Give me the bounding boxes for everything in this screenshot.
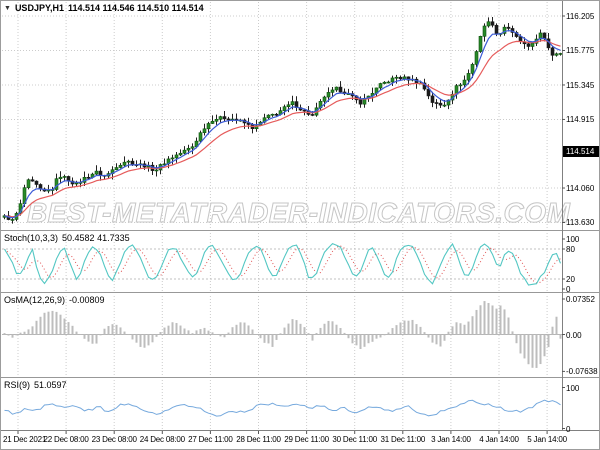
time-tick-label: 21 Dec 2021 bbox=[3, 435, 47, 444]
rsi-indicator-name: RSI(9) bbox=[4, 380, 31, 390]
price-tick-label: 115.775 bbox=[566, 46, 595, 56]
rsi-tick-label: 100 bbox=[566, 383, 580, 393]
osma-panel-title: OsMA(12,26,9) -0.00809 bbox=[4, 295, 105, 305]
price-tick-label: 114.915 bbox=[566, 115, 595, 125]
rsi-line bbox=[4, 399, 561, 417]
time-tick-label: 23 Dec 08:00 bbox=[91, 435, 137, 444]
symbol-title-label: USDJPY,H1 bbox=[14, 3, 64, 13]
time-tick-label: 29 Dec 11:00 bbox=[284, 435, 329, 444]
stoch-panel-title: Stoch(10,3,3) 50.4582 41.7335 bbox=[4, 233, 130, 243]
time-tick-label: 4 Jan 14:00 bbox=[479, 435, 519, 444]
time-tick-label: 3 Jan 14:00 bbox=[431, 435, 471, 444]
symbol-title: ▼ USDJPY,H1 114.514 114.546 114.510 114.… bbox=[4, 3, 204, 13]
stoch-indicator-values: 50.4582 41.7335 bbox=[62, 233, 130, 243]
time-tick-label: 27 Dec 11:00 bbox=[188, 435, 233, 444]
price-tick-label: 113.630 bbox=[566, 218, 595, 228]
stoch-tick-label: 80 bbox=[566, 245, 575, 254]
osma-histogram bbox=[2, 301, 562, 368]
panel-frame bbox=[1, 1, 599, 434]
time-tick-label: 31 Dec 11:00 bbox=[380, 435, 426, 444]
osma-tick-label: -0.07638 bbox=[566, 367, 598, 377]
time-tick-label: 28 Dec 11:00 bbox=[236, 435, 281, 444]
price-tick-label: 114.060 bbox=[566, 184, 595, 194]
symbol-ohlc-values: 114.514 114.546 114.510 114.514 bbox=[67, 3, 204, 13]
price-tick-label: 115.345 bbox=[566, 80, 595, 90]
stochastic-panel-series bbox=[2, 242, 562, 286]
time-tick-label: 5 Jan 14:00 bbox=[527, 435, 567, 444]
stoch-tick-label: 0 bbox=[566, 285, 571, 294]
current-price-badge: 114.514 bbox=[563, 146, 599, 158]
price-tick-label: 116.205 bbox=[566, 12, 595, 21]
time-tick-label: 24 Dec 08:00 bbox=[139, 435, 185, 444]
osma-indicator-value: -0.00809 bbox=[69, 295, 105, 305]
osma-tick-label: 0.07352 bbox=[566, 294, 595, 304]
chart-canvas[interactable] bbox=[1, 1, 600, 450]
osma-tick-label: 0.00 bbox=[566, 330, 582, 340]
stoch-signal-line bbox=[4, 245, 561, 284]
chart-window: BEST-METATRADER-INDICATORS.COM ▼ USDJPY,… bbox=[0, 0, 600, 450]
time-tick-label: 22 Dec 08:00 bbox=[43, 435, 89, 444]
stoch-indicator-name: Stoch(10,3,3) bbox=[4, 233, 59, 243]
rsi-panel-title: RSI(9) 51.0597 bbox=[4, 380, 67, 390]
rsi-indicator-value: 51.0597 bbox=[34, 380, 67, 390]
osma-indicator-name: OsMA(12,26,9) bbox=[4, 295, 66, 305]
stoch-tick-label: 20 bbox=[566, 275, 575, 284]
rsi-tick-label: 0 bbox=[566, 424, 571, 434]
grid-lines bbox=[2, 2, 562, 430]
stoch-tick-label: 100 bbox=[566, 235, 580, 244]
chart-menu-icon: ▼ bbox=[4, 5, 11, 12]
candlestick-series bbox=[2, 17, 563, 224]
time-tick-label: 30 Dec 11:00 bbox=[332, 435, 377, 444]
